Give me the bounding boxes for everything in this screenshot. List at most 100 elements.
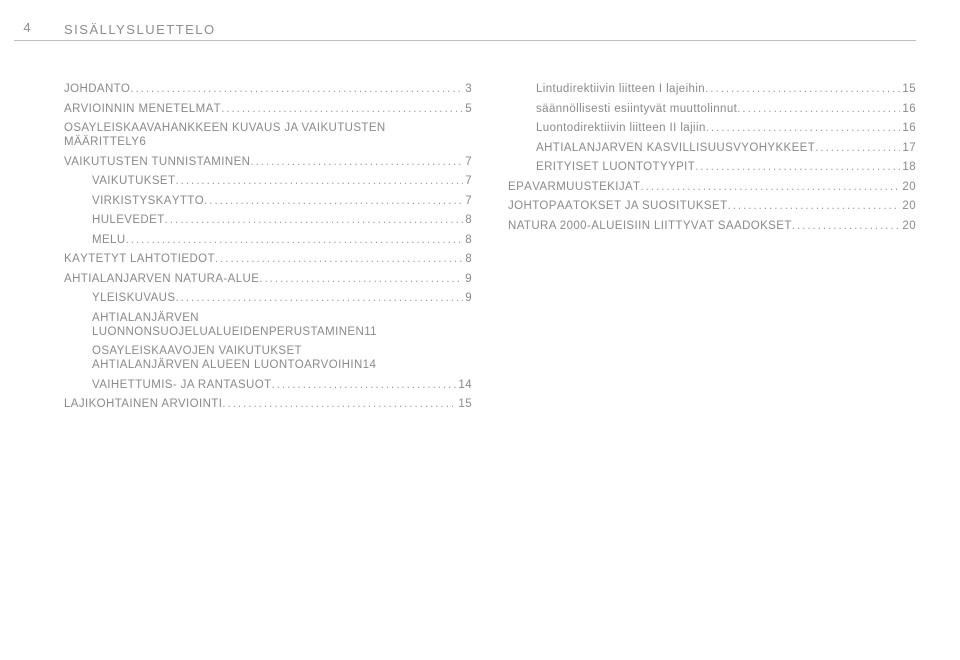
toc-leader-dots: [175, 292, 463, 304]
toc-left-column: JOHDANTO 3 ARVIOINNIN MENETELMÄT 5 OSAYLEISK…: [64, 83, 472, 418]
toc-entry-page: 18: [900, 161, 916, 173]
toc-entry: VIRKISTYSKÄYTTÖ 7: [64, 195, 472, 207]
toc-entry-label: YLEISKUVAUS: [92, 292, 175, 304]
toc-entry: AHTIALANJÄRVEN NATURA-ALUE 9: [64, 273, 472, 285]
toc-entry: ERITYISET LUONTOTYYPIT 18: [508, 161, 916, 173]
toc-entry: säännöllisesti esiintyvät muuttolinnut 16: [508, 103, 916, 115]
toc-leader-dots: [204, 195, 463, 207]
toc-entry-page: 15: [900, 83, 916, 95]
toc-entry-page: 5: [463, 103, 472, 115]
toc-entry-page: 16: [900, 103, 916, 115]
toc-entry: Lintudirektiivin liitteen I lajeihin 15: [508, 83, 916, 95]
toc-entry: Luontodirektiivin liitteen II lajiin 16: [508, 122, 916, 134]
toc-entry-page: 11: [364, 326, 377, 338]
toc-entry-label: AHTIALANJÄRVEN NATURA-ALUE: [64, 273, 259, 285]
page-title: SISÄLLYSLUETTELO: [64, 22, 916, 37]
toc-entry-label: MÄÄRITTELY: [64, 136, 139, 148]
toc-entry-label: JOHTOPÄÄTÖKSET JA SUOSITUKSET: [508, 200, 728, 212]
toc-entry: NATURA 2000-ALUEISIIN LIITTYVÄT SÄÄDÖKSE…: [508, 220, 916, 232]
toc-entry-label: VAIKUTUKSET: [92, 175, 175, 187]
toc-entry-page: 20: [900, 200, 916, 212]
toc-entry-label: VAIKUTUSTEN TUNNISTAMINEN: [64, 156, 250, 168]
toc-leader-dots: [221, 103, 463, 115]
toc-entry-page: 7: [463, 156, 472, 168]
toc-entry-label: OSAYLEISKAAVOJEN VAIKUTUKSET: [92, 345, 472, 357]
toc-entry: JOHTOPÄÄTÖKSET JA SUOSITUKSET 20: [508, 200, 916, 212]
toc-leader-dots: [706, 122, 901, 134]
toc-leader-dots: [259, 273, 463, 285]
toc-entry-label: AHTIALANJÄRVEN KASVILLISUUSVYÖHYKKEET: [536, 142, 815, 154]
toc-leader-dots: [695, 161, 900, 173]
toc-leader-dots: [222, 398, 456, 410]
toc-entry-page: 8: [463, 234, 472, 246]
toc-entry-page: 9: [463, 273, 472, 285]
toc-entry-label: LAJIKOHTAINEN ARVIOINTI: [64, 398, 222, 410]
toc-entry-page: 16: [900, 122, 916, 134]
toc-entry-label: OSAYLEISKAAVAHANKKEEN KUVAUS JA VAIKUTUS…: [64, 122, 472, 134]
toc-entry-row: AHTIALANJÄRVEN ALUEEN LUONTOARVOIHIN14: [92, 359, 472, 371]
toc-entry: MELU 8: [64, 234, 472, 246]
toc-entry-page: 7: [463, 175, 472, 187]
toc-leader-dots: [175, 175, 463, 187]
toc-entry-label: Luontodirektiivin liitteen II lajiin: [536, 122, 706, 134]
toc-entry-label: säännöllisesti esiintyvät muuttolinnut: [536, 103, 737, 115]
toc-entry: VAIKUTUSTEN TUNNISTAMINEN 7: [64, 156, 472, 168]
toc-columns: JOHDANTO 3 ARVIOINNIN MENETELMÄT 5 OSAYLEISK…: [64, 83, 916, 418]
toc-leader-dots: [130, 83, 463, 95]
toc-entry-page: 20: [900, 220, 916, 232]
toc-entry-page: 15: [456, 398, 472, 410]
toc-entry-label: VAIHETTUMIS- JA RANTASUOT: [92, 379, 272, 391]
toc-entry-label: ERITYISET LUONTOTYYPIT: [536, 161, 695, 173]
toc-entry-row: MÄÄRITTELY6: [64, 136, 472, 148]
toc-entry-label: MELU: [92, 234, 126, 246]
toc-entry: KÄYTETYT LÄHTÖTIEDOT 8: [64, 253, 472, 265]
toc-entry-label: HULEVEDET: [92, 214, 165, 226]
toc-entry: AHTIALANJÄRVEN LUONNONSUOJELUALUEIDENPERU…: [64, 312, 472, 338]
toc-entry-label: ARVIOINNIN MENETELMÄT: [64, 103, 221, 115]
toc-entry: VAIKUTUKSET 7: [64, 175, 472, 187]
toc-entry-page: 17: [900, 142, 916, 154]
toc-leader-dots: [737, 103, 900, 115]
toc-entry-row: LUONNONSUOJELUALUEIDENPERUSTAMINEN11: [92, 326, 472, 338]
toc-leader-dots: [815, 142, 900, 154]
toc-right-column: Lintudirektiivin liitteen I lajeihin 15 sä…: [508, 83, 916, 418]
toc-entry: OSAYLEISKAAVAHANKKEEN KUVAUS JA VAIKUTUS…: [64, 122, 472, 148]
toc-entry: EPÄVARMUUSTEKIJÄT 20: [508, 181, 916, 193]
toc-entry: ARVIOINNIN MENETELMÄT 5: [64, 103, 472, 115]
toc-entry-page: 8: [463, 253, 472, 265]
toc-leader-dots: [126, 234, 464, 246]
toc-leader-dots: [272, 379, 457, 391]
toc-leader-dots: [250, 156, 463, 168]
toc-entry-page: 7: [463, 195, 472, 207]
toc-entry-page: 14: [456, 379, 472, 391]
page: 4 SISÄLLYSLUETTELO JOHDANTO 3 ARVIOINNIN M…: [0, 0, 960, 660]
toc-entry-label: JOHDANTO: [64, 83, 130, 95]
toc-entry-page: 3: [463, 83, 472, 95]
toc-entry-label: NATURA 2000-ALUEISIIN LIITTYVÄT SÄÄDÖKSE…: [508, 220, 792, 232]
page-number: 4: [14, 20, 40, 35]
toc-entry: VAIHETTUMIS- JA RANTASUOT 14: [64, 379, 472, 391]
toc-entry-label: KÄYTETYT LÄHTÖTIEDOT: [64, 253, 215, 265]
toc-entry-label: VIRKISTYSKÄYTTÖ: [92, 195, 204, 207]
toc-leader-dots: [792, 220, 901, 232]
toc-entry-page: 6: [139, 136, 146, 148]
toc-entry: JOHDANTO 3: [64, 83, 472, 95]
toc-entry-page: 9: [463, 292, 472, 304]
toc-entry-label: AHTIALANJÄRVEN: [92, 312, 472, 324]
toc-leader-dots: [165, 214, 464, 226]
toc-leader-dots: [728, 200, 901, 212]
header-divider: [14, 40, 916, 41]
toc-entry: OSAYLEISKAAVOJEN VAIKUTUKSET AHTIALANJÄRV…: [64, 345, 472, 371]
toc-leader-dots: [705, 83, 900, 95]
toc-entry-page: 14: [363, 359, 377, 371]
toc-entry-label: Lintudirektiivin liitteen I lajeihin: [536, 83, 705, 95]
toc-entry-page: 8: [463, 214, 472, 226]
toc-entry-label: LUONNONSUOJELUALUEIDENPERUSTAMINEN: [92, 326, 364, 338]
toc-entry-label: AHTIALANJÄRVEN ALUEEN LUONTOARVOIHIN: [92, 359, 363, 371]
toc-entry: LAJIKOHTAINEN ARVIOINTI 15: [64, 398, 472, 410]
toc-entry: AHTIALANJÄRVEN KASVILLISUUSVYÖHYKKEET 17: [508, 142, 916, 154]
toc-entry: YLEISKUVAUS 9: [64, 292, 472, 304]
toc-entry-page: 20: [900, 181, 916, 193]
toc-leader-dots: [215, 253, 463, 265]
toc-entry-label: EPÄVARMUUSTEKIJÄT: [508, 181, 640, 193]
